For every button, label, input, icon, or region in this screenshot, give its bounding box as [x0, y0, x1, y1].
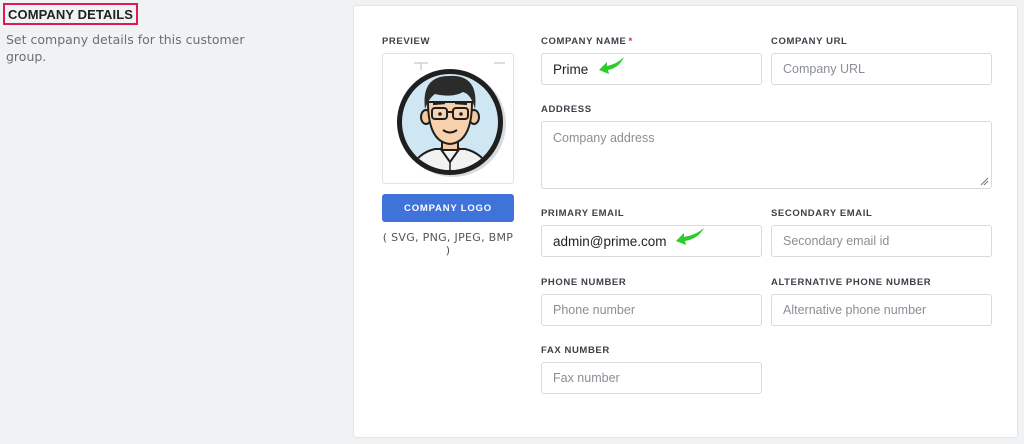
company-url-placeholder: Company URL [783, 62, 865, 76]
address-placeholder: Company address [553, 131, 655, 145]
primary-email-value: admin@prime.com [553, 233, 667, 249]
annotation-arrow-icon [599, 57, 624, 74]
primary-email-label: PRIMARY EMAIL [541, 208, 625, 219]
alt-phone-label: ALTERNATIVE PHONE NUMBER [771, 277, 932, 288]
company-logo-button[interactable]: COMPANY LOGO [382, 194, 514, 222]
logo-preview [382, 53, 514, 184]
phone-label: PHONE NUMBER [541, 277, 627, 288]
company-url-input[interactable]: Company URL [771, 53, 992, 85]
resize-handle-icon[interactable] [980, 177, 989, 186]
alt-phone-input[interactable]: Alternative phone number [771, 294, 992, 326]
section-description: Set company details for this customer gr… [6, 32, 245, 64]
address-textarea[interactable]: Company address [541, 121, 992, 189]
company-url-label: COMPANY URL [771, 36, 848, 47]
avatar-man-with-glasses-icon [397, 62, 506, 177]
secondary-email-placeholder: Secondary email id [783, 234, 890, 248]
company-name-value: Prime [553, 61, 589, 77]
section-title: COMPANY DETAILS [3, 3, 139, 25]
address-label: ADDRESS [541, 104, 592, 115]
phone-input[interactable]: Phone number [541, 294, 762, 326]
company-details-card: PREVIEW COMPANY LOGO (SVG, PNG, JPEG, B… [353, 5, 1018, 438]
phone-placeholder: Phone number [553, 303, 636, 317]
company-name-input[interactable]: Prime [541, 53, 762, 85]
secondary-email-label: SECONDARY EMAIL [771, 208, 873, 219]
secondary-email-input[interactable]: Secondary email id [771, 225, 992, 257]
preview-label: PREVIEW [382, 36, 431, 47]
company-name-label-text: COMPANY NAME [541, 36, 627, 47]
fax-input[interactable]: Fax number [541, 362, 762, 394]
alt-phone-placeholder: Alternative phone number [783, 303, 927, 317]
primary-email-input[interactable]: admin@prime.com [541, 225, 762, 257]
fax-placeholder: Fax number [553, 371, 620, 385]
fax-label: FAX NUMBER [541, 345, 610, 356]
annotation-arrow-icon [676, 228, 704, 245]
required-mark: * [628, 36, 633, 47]
logo-formats-hint: ( SVG, PNG, JPEG, BMP ) [382, 231, 514, 257]
company-name-label: COMPANY NAME * [541, 36, 633, 47]
